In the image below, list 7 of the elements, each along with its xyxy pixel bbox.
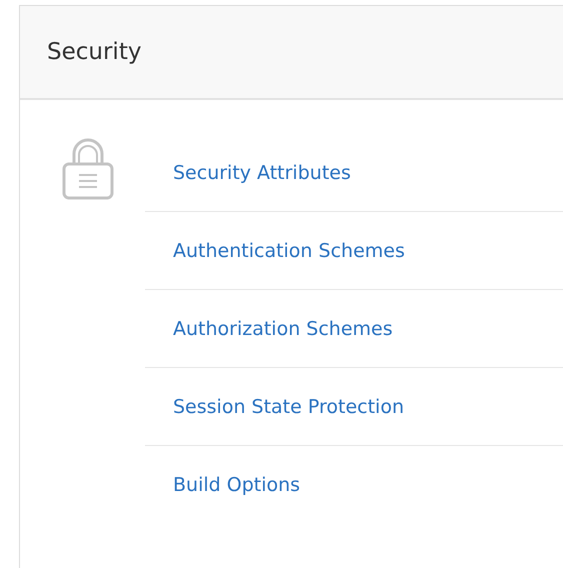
menu-link[interactable]: Build Options [173,474,300,496]
lock-icon [62,138,114,200]
menu-link[interactable]: Session State Protection [173,396,404,418]
menu-link[interactable]: Security Attributes [173,162,351,184]
menu-link[interactable]: Authentication Schemes [173,240,405,262]
panel-title: Security [47,39,142,65]
menu-link[interactable]: Authorization Schemes [173,318,393,340]
